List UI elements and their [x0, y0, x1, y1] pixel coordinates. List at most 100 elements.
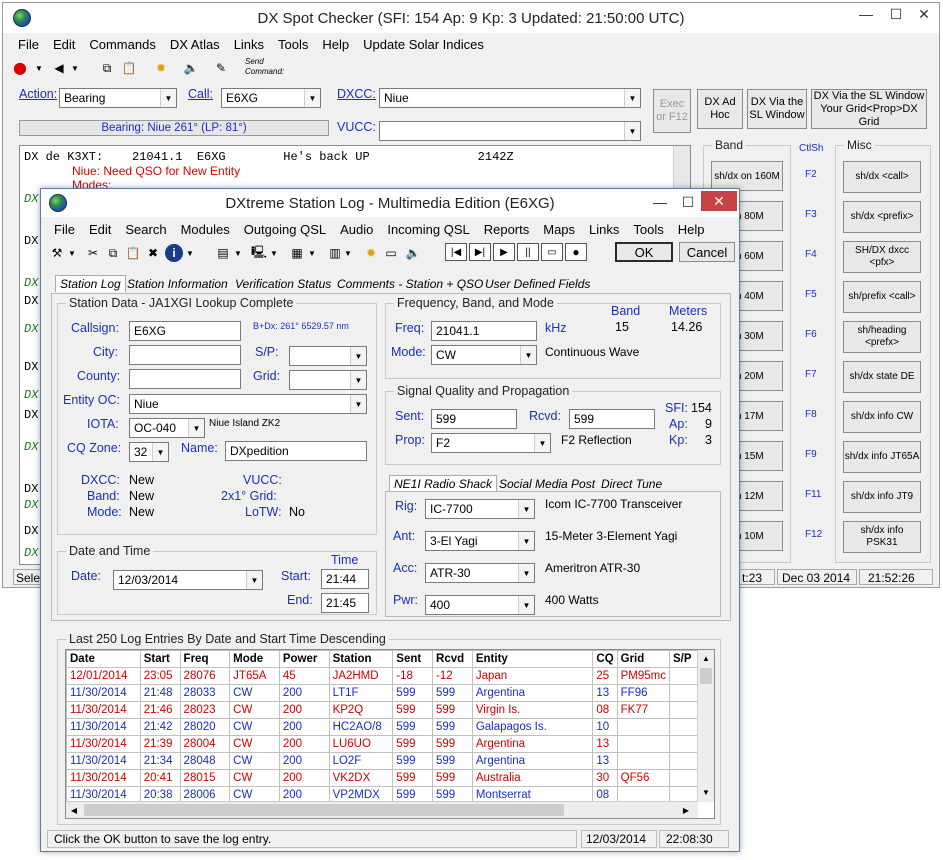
scroll-thumb[interactable] [700, 668, 712, 684]
column-header[interactable]: Rcvd [432, 650, 473, 668]
chevron-down-icon[interactable]: ▼ [307, 244, 317, 262]
close-icon[interactable]: ✕ [701, 191, 737, 211]
hscroll-thumb[interactable] [84, 804, 564, 816]
menu-update-solar[interactable]: Update Solar Indices [356, 37, 491, 52]
column-header[interactable]: Entity [471, 650, 594, 668]
table-row[interactable]: 11/30/2014 21:42 28020 CW 200 HC2AO/8 599 599 Ga… [66, 718, 698, 736]
misc-button[interactable]: sh/dx <prefix> [843, 201, 921, 233]
last-record-icon[interactable]: || [517, 243, 539, 261]
menu-edit[interactable]: Edit [82, 222, 118, 237]
band-button[interactable]: sh/dx on 160M [711, 161, 783, 191]
entity-select[interactable]: Niue ▼ [129, 394, 367, 414]
maximize-icon[interactable]: ☐ [673, 191, 703, 213]
menu-help[interactable]: Help [315, 37, 356, 52]
menu-modules[interactable]: Modules [174, 222, 237, 237]
rcvd-input[interactable]: 599 [569, 409, 655, 429]
column-header[interactable]: Start [139, 650, 181, 668]
grid-select[interactable]: ▼ [289, 370, 367, 390]
chevron-down-icon[interactable]: ▼ [343, 244, 353, 262]
misc-button[interactable]: sh/prefix <call> [843, 281, 921, 313]
column-header[interactable]: Grid [616, 650, 671, 668]
menu-commands[interactable]: Commands [82, 37, 162, 52]
maximize-icon[interactable]: ☐ [881, 3, 911, 25]
dx-via-sl-grid-button[interactable]: DX Via the SL Window Your Grid<Prop>DX G… [811, 89, 927, 129]
table-row[interactable]: 11/30/2014 21:46 28023 CW 200 KP2Q 599 599 Virgi… [66, 701, 698, 719]
menu-edit[interactable]: Edit [46, 37, 82, 52]
sent-input[interactable]: 599 [431, 409, 517, 429]
city-input[interactable] [129, 345, 241, 365]
sun-icon[interactable]: ✹ [363, 244, 379, 262]
scroll-down-icon[interactable]: ▼ [698, 784, 714, 800]
delete-icon[interactable]: ✖ [145, 244, 161, 262]
tab-radio-shack[interactable]: NE1I Radio Shack [389, 475, 498, 492]
menu-maps[interactable]: Maps [536, 222, 582, 237]
menu-incoming-qsl[interactable]: Incoming QSL [380, 222, 476, 237]
table-row[interactable]: 12/01/2014 23:05 28076 JT65A 45 JA2HMD -18 -12 J… [66, 667, 698, 685]
ant-select[interactable]: 3-El Yagi ▼ [425, 531, 535, 551]
table-row[interactable]: 11/30/2014 21:39 28004 CW 200 LU6UO 599 599 Arge… [66, 735, 698, 753]
menu-tools[interactable]: Tools [271, 37, 315, 52]
mode-select[interactable]: CW ▼ [431, 345, 537, 365]
chevron-down-icon[interactable]: ▼ [185, 244, 195, 262]
misc-button[interactable]: SH/DX dxcc <pfx> [843, 241, 921, 273]
paste-icon[interactable]: 📋 [125, 244, 141, 262]
column-header[interactable]: Date [66, 650, 141, 668]
call-select[interactable]: E6XG ▼ [221, 88, 321, 108]
grid-icon[interactable]: ▦ [289, 244, 305, 262]
traffic-light-icon[interactable]: ⬤ [13, 59, 27, 77]
menu-audio[interactable]: Audio [333, 222, 380, 237]
table-row[interactable]: 11/30/2014 20:41 28015 CW 200 VK2DX 599 599 Aust… [66, 769, 698, 787]
table-hscrollbar[interactable]: ◀ ▶ [66, 801, 698, 818]
chevron-down-icon[interactable]: ▼ [269, 244, 279, 262]
server-icon[interactable]: ▤ [215, 244, 231, 262]
tab-comments[interactable]: Comments - Station + QSO [337, 277, 483, 291]
tab-direct-tune[interactable]: Direct Tune [601, 477, 662, 491]
table-vscrollbar[interactable]: ▲ ▼ [697, 650, 714, 802]
dx-ad-hoc-button[interactable]: DX Ad Hoc [697, 89, 743, 129]
end-time-input[interactable]: 21:45 [321, 593, 369, 613]
column-header[interactable]: Freq [179, 650, 231, 668]
log-entries-table-wrap[interactable]: Date Start Freq Mode Power Station Sent Rcvd Ent… [65, 649, 715, 819]
misc-button[interactable]: sh/dx info JT9 [843, 481, 921, 513]
date-picker[interactable]: 12/03/2014 ▼ [113, 570, 263, 590]
paste-icon[interactable]: 📋 [121, 59, 137, 77]
exec-button[interactable]: Exec or F12 [653, 89, 691, 133]
computer-icon[interactable]: 🖳 [251, 244, 267, 262]
edit-icon[interactable]: ✎ [213, 59, 229, 77]
column-header[interactable]: CQ [592, 650, 618, 668]
speaker-icon[interactable]: 🔈 [183, 59, 199, 77]
menu-dx-atlas[interactable]: DX Atlas [163, 37, 227, 52]
iota-select[interactable]: OC-040 ▼ [129, 418, 205, 438]
tools-icon[interactable]: ⚒ [49, 244, 65, 262]
next-record-icon[interactable]: ▶ [493, 243, 515, 261]
misc-button[interactable]: sh/dx state DE [843, 361, 921, 393]
minimize-icon[interactable]: — [851, 3, 881, 25]
column-header[interactable]: Mode [229, 650, 280, 668]
tab-station-information[interactable]: Station Information [127, 277, 228, 291]
prev-record-icon[interactable]: ▶| [469, 243, 491, 261]
dxcc-select[interactable]: Niue ▼ [379, 88, 641, 108]
pwr-select[interactable]: 400 ▼ [425, 595, 535, 615]
start-time-input[interactable]: 21:44 [321, 569, 369, 589]
tab-user-defined-fields[interactable]: User Defined Fields [485, 277, 590, 291]
menu-help[interactable]: Help [671, 222, 712, 237]
cq-zone-select[interactable]: 32 ▼ [129, 442, 169, 462]
cancel-button[interactable]: Cancel [679, 242, 735, 262]
tab-station-log[interactable]: Station Log [55, 275, 126, 292]
table-row[interactable]: 11/30/2014 21:34 28048 CW 200 LO2F 599 599 Argen… [66, 752, 698, 770]
county-input[interactable] [129, 369, 241, 389]
misc-button[interactable]: sh/dx info CW [843, 401, 921, 433]
dx-via-sl-button[interactable]: DX Via the SL Window [747, 89, 807, 129]
minimize-icon[interactable]: — [645, 191, 675, 213]
chevron-down-icon[interactable]: ▼ [67, 244, 77, 262]
menu-outgoing-qsl[interactable]: Outgoing QSL [237, 222, 333, 237]
rig-select[interactable]: IC-7700 ▼ [425, 499, 535, 519]
freq-input[interactable]: 21041.1 [431, 321, 537, 341]
sp-select[interactable]: ▼ [289, 346, 367, 366]
chevron-down-icon[interactable]: ▼ [233, 244, 243, 262]
close-icon[interactable]: ✕ [909, 3, 939, 25]
column-header[interactable]: Power [278, 650, 330, 668]
action-select[interactable]: Bearing ▼ [59, 88, 177, 108]
chevron-down-icon[interactable]: ▼ [69, 60, 81, 76]
tab-verification-status[interactable]: Verification Status [235, 277, 331, 291]
